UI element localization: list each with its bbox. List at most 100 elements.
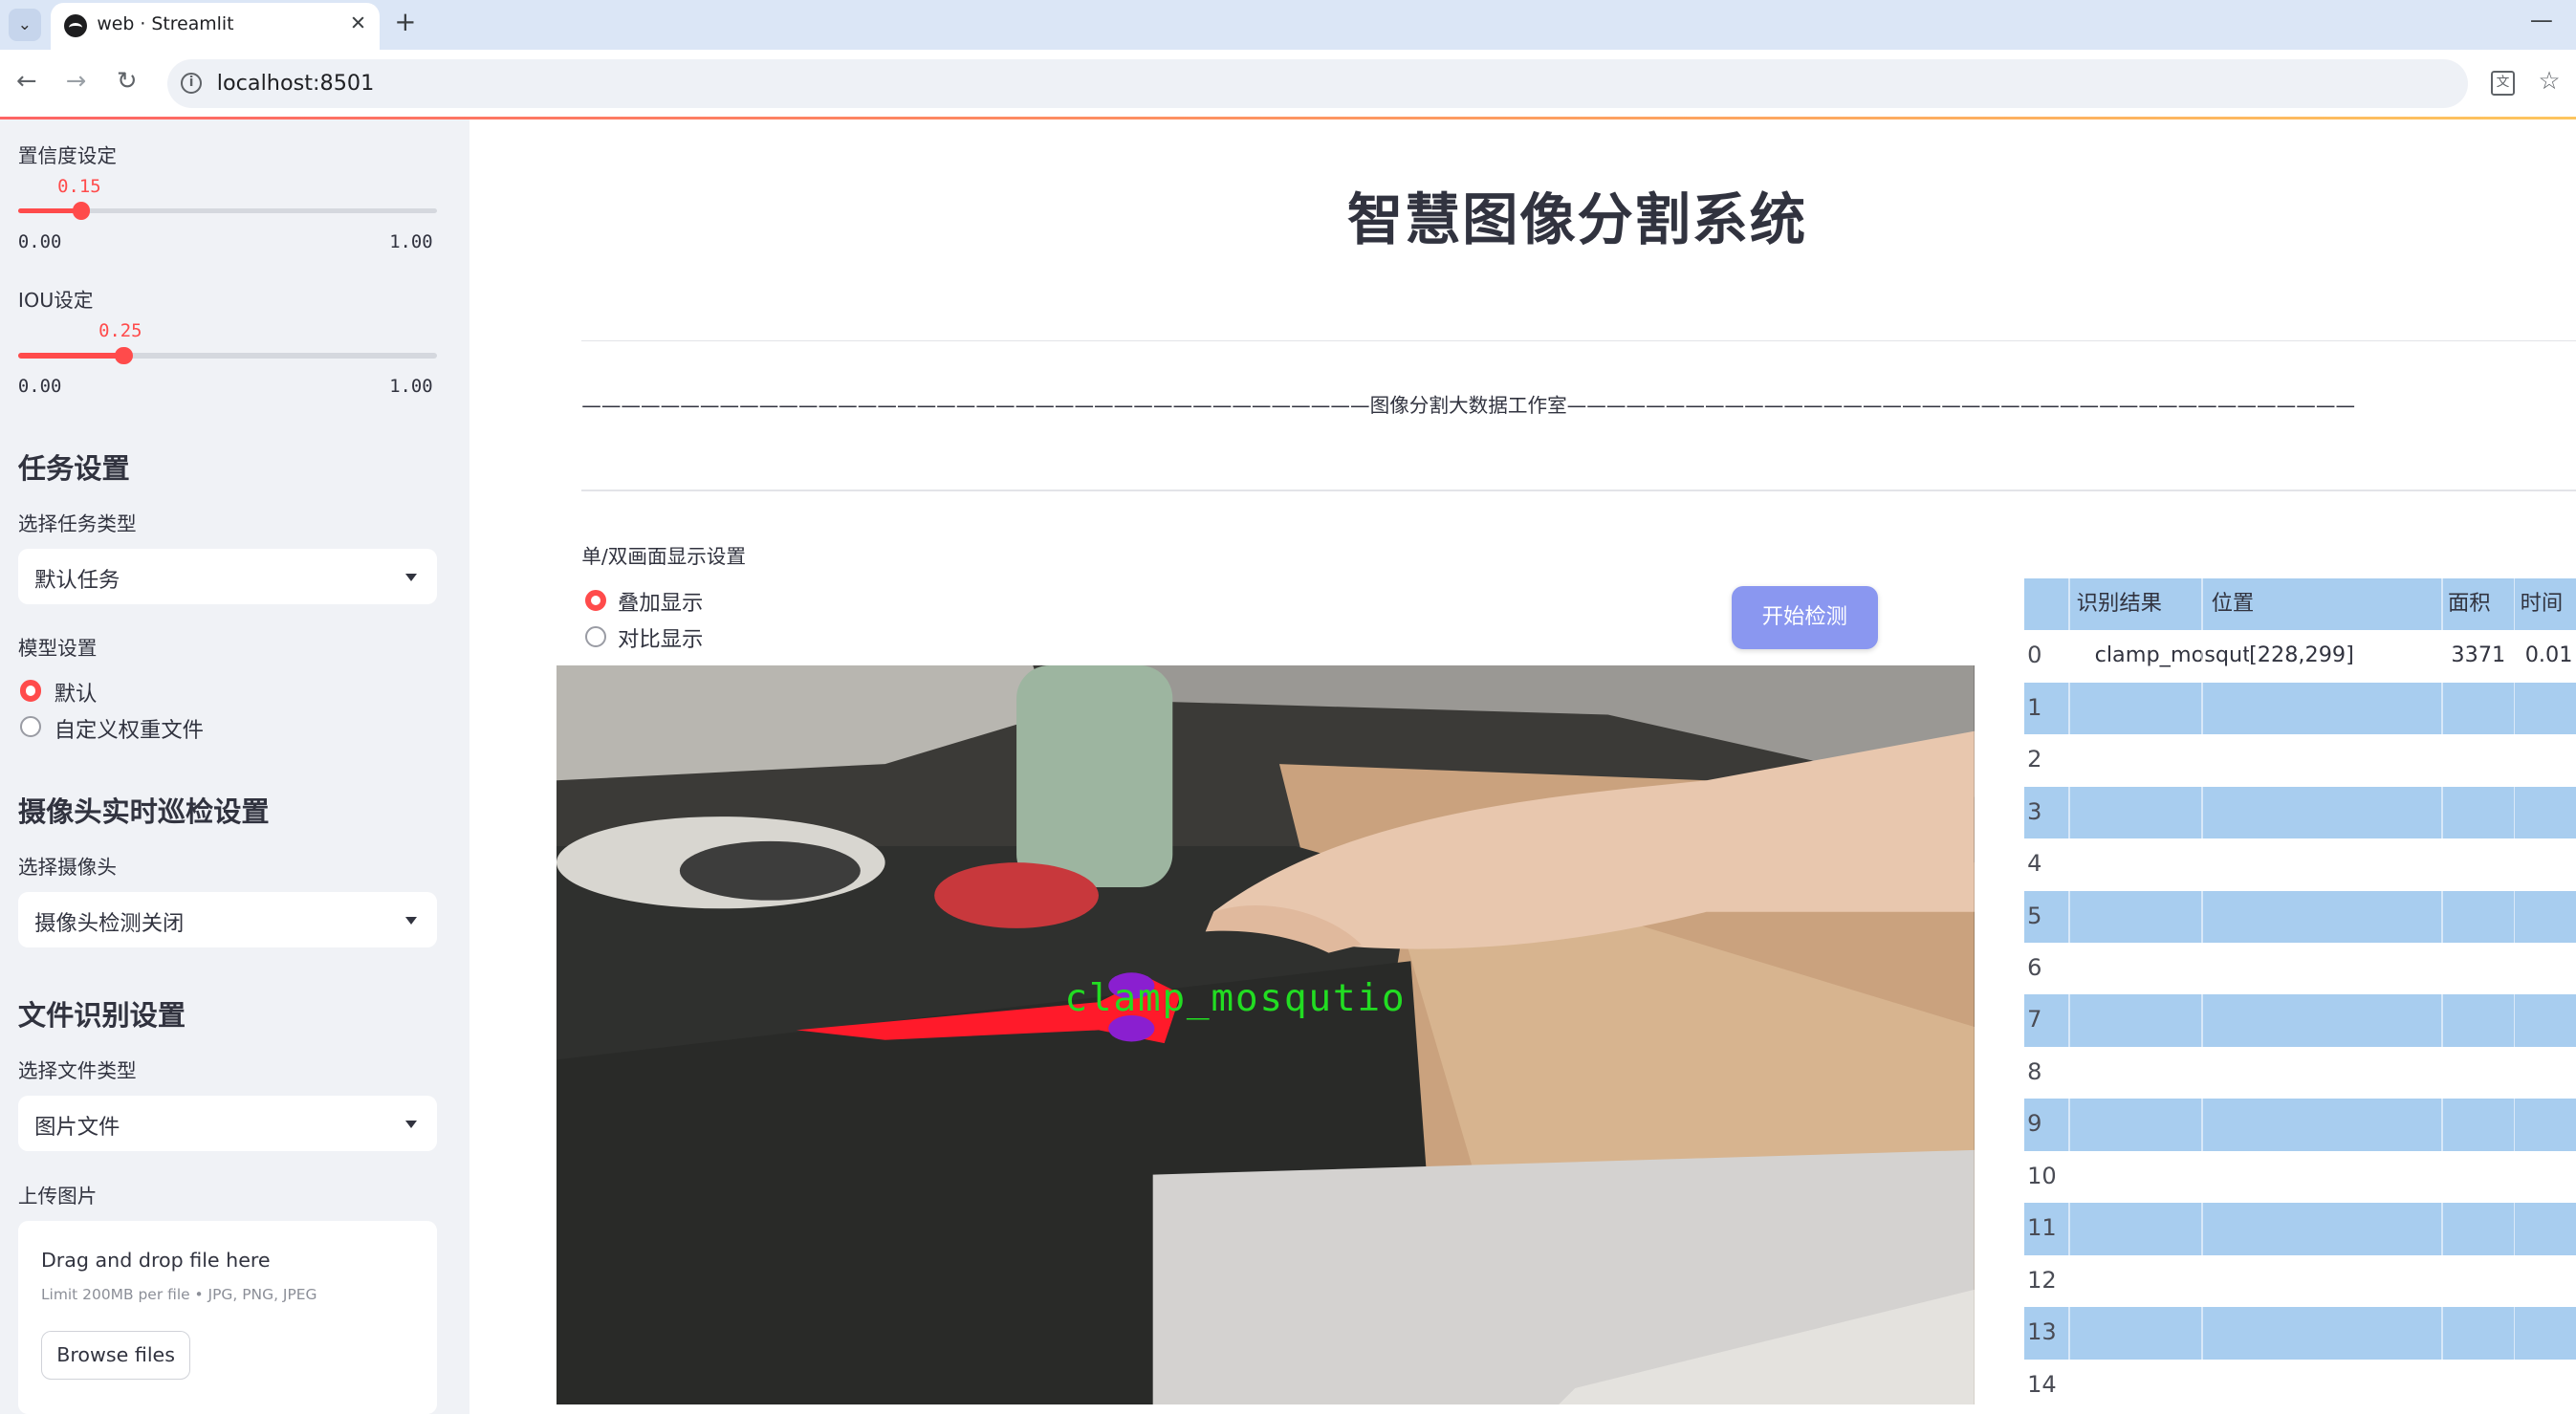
table-cell: [2451, 994, 2513, 1046]
detection-class-label: clamp_mosqutio: [1064, 975, 1407, 1020]
table-cell: [2095, 1099, 2250, 1150]
model-label: 模型设置: [17, 637, 98, 661]
site-info-icon[interactable]: i: [180, 72, 203, 94]
table-row[interactable]: 0 clamp_mosqutio[228,299] 3371 0.01: [2023, 630, 2576, 683]
iou-slider[interactable]: [17, 346, 437, 365]
detection-image: [557, 664, 1976, 1404]
start-detection-button[interactable]: 开始检测: [1731, 586, 1878, 649]
table-cell: [2525, 1255, 2576, 1307]
table-row[interactable]: 10: [2023, 1150, 2576, 1204]
divider-top: [581, 339, 2576, 342]
chevron-down-icon: [405, 573, 418, 581]
table-row[interactable]: 8: [2023, 1046, 2576, 1099]
table-cell: [2525, 1360, 2576, 1411]
row-index: 8: [2027, 1057, 2042, 1085]
table-cell: [2525, 1151, 2576, 1203]
address-bar: ← → ↻ i localhost:8501: [0, 49, 2576, 119]
table-cell: [2525, 1047, 2576, 1099]
compare-display-radio[interactable]: [584, 625, 606, 647]
iou-slider-thumb[interactable]: [115, 346, 134, 365]
table-row[interactable]: 14: [2023, 1359, 2576, 1412]
table-cell: 3371: [2451, 642, 2506, 668]
compare-display-label: 对比显示: [618, 627, 704, 653]
table-cell: [2451, 1255, 2513, 1307]
table-cell: [2249, 891, 2441, 943]
table-cell: [2249, 1203, 2441, 1254]
back-arrow-icon[interactable]: ←: [16, 67, 37, 96]
table-cell: [2095, 891, 2250, 943]
model-default-radio[interactable]: [19, 680, 41, 702]
camera-value: 摄像头检测关闭: [34, 911, 185, 937]
tab-search-icon[interactable]: ⌄: [8, 8, 41, 41]
file-type-label: 选择文件类型: [17, 1059, 137, 1083]
translate-icon[interactable]: 文: [2490, 70, 2516, 96]
confidence-slider-thumb[interactable]: [72, 202, 91, 221]
table-cell: [2525, 787, 2576, 838]
overlay-display-radio[interactable]: [584, 589, 606, 612]
bookmark-star-icon[interactable]: ☆: [2538, 67, 2560, 96]
table-row[interactable]: 5: [2023, 890, 2576, 943]
chevron-down-icon: [405, 1120, 418, 1128]
new-tab-icon[interactable]: +: [394, 7, 416, 37]
forward-arrow-icon[interactable]: →: [66, 67, 87, 96]
model-default-label: 默认: [54, 681, 98, 707]
results-table[interactable]: 识别结果 位置 面积 时间 0clamp_mosqutio[228,299]33…: [2023, 577, 2576, 1415]
close-tab-icon[interactable]: ✕: [350, 11, 366, 34]
task-type-select[interactable]: 默认任务: [17, 548, 437, 605]
confidence-slider[interactable]: [17, 202, 437, 221]
confidence-slider-fill: [17, 208, 81, 214]
table-row[interactable]: 9: [2023, 1099, 2576, 1151]
table-cell: clamp_mosqutio: [2094, 642, 2250, 668]
table-cell: [2525, 838, 2576, 890]
row-index: 5: [2027, 902, 2042, 929]
minimize-icon[interactable]: —: [2530, 7, 2553, 33]
table-cell: [2451, 683, 2513, 734]
chevron-down-icon: [405, 916, 418, 925]
browse-files-button[interactable]: Browse files: [40, 1330, 191, 1381]
dropzone-limit: Limit 200MB per file • JPG, PNG, JPEG: [40, 1286, 317, 1304]
table-cell: [2249, 683, 2441, 734]
column-header[interactable]: 位置: [2212, 578, 2442, 630]
table-cell: [2249, 943, 2441, 994]
table-row[interactable]: 6: [2023, 943, 2576, 995]
overlay-display-label: 叠加显示: [618, 591, 704, 617]
confidence-label: 置信度设定: [17, 144, 117, 168]
table-row[interactable]: 11: [2023, 1203, 2576, 1255]
table-cell: [2451, 943, 2513, 994]
row-index: 2: [2027, 746, 2042, 773]
browser-tab[interactable]: web · Streamlit ✕: [51, 3, 380, 50]
reload-icon[interactable]: ↻: [117, 67, 138, 96]
camera-select[interactable]: 摄像头检测关闭: [17, 891, 437, 948]
table-row[interactable]: 12: [2023, 1254, 2576, 1308]
table-cell: [2249, 1255, 2441, 1307]
file-dropzone[interactable]: Drag and drop file here Limit 200MB per …: [17, 1220, 437, 1415]
table-cell: [2095, 994, 2250, 1046]
url-text: localhost:8501: [216, 70, 375, 96]
table-row[interactable]: 3: [2023, 786, 2576, 839]
table-cell: [2095, 1255, 2250, 1307]
table-row[interactable]: 13: [2023, 1307, 2576, 1360]
table-row[interactable]: 7: [2023, 994, 2576, 1047]
task-type-label: 选择任务类型: [17, 512, 137, 535]
sidebar: 置信度设定 0.15 0.00 1.00 IOU设定 0.25 0.00 1.0…: [0, 120, 470, 1415]
model-custom-radio[interactable]: [19, 716, 41, 738]
file-type-value: 图片文件: [34, 1115, 120, 1141]
row-index: 9: [2027, 1110, 2042, 1138]
url-bar[interactable]: i localhost:8501: [167, 58, 2468, 109]
table-cell: [2249, 787, 2441, 838]
table-cell: [2095, 838, 2250, 890]
column-header[interactable]: 面积: [2448, 578, 2514, 630]
table-header: 识别结果 位置 面积 时间: [2023, 577, 2576, 631]
column-header[interactable]: 识别结果: [2077, 578, 2205, 630]
table-row[interactable]: 4: [2023, 838, 2576, 891]
table-cell: [2451, 1151, 2513, 1203]
table-cell: [2095, 1307, 2250, 1359]
table-row[interactable]: 2: [2023, 734, 2576, 787]
table-cell: [2095, 787, 2250, 838]
model-custom-label: 自定义权重文件: [54, 717, 204, 743]
file-type-select[interactable]: 图片文件: [17, 1095, 437, 1152]
table-row[interactable]: 1: [2023, 682, 2576, 735]
row-index: 1: [2027, 693, 2042, 721]
table-cell: [2249, 1307, 2441, 1359]
column-header[interactable]: 时间: [2521, 578, 2576, 630]
